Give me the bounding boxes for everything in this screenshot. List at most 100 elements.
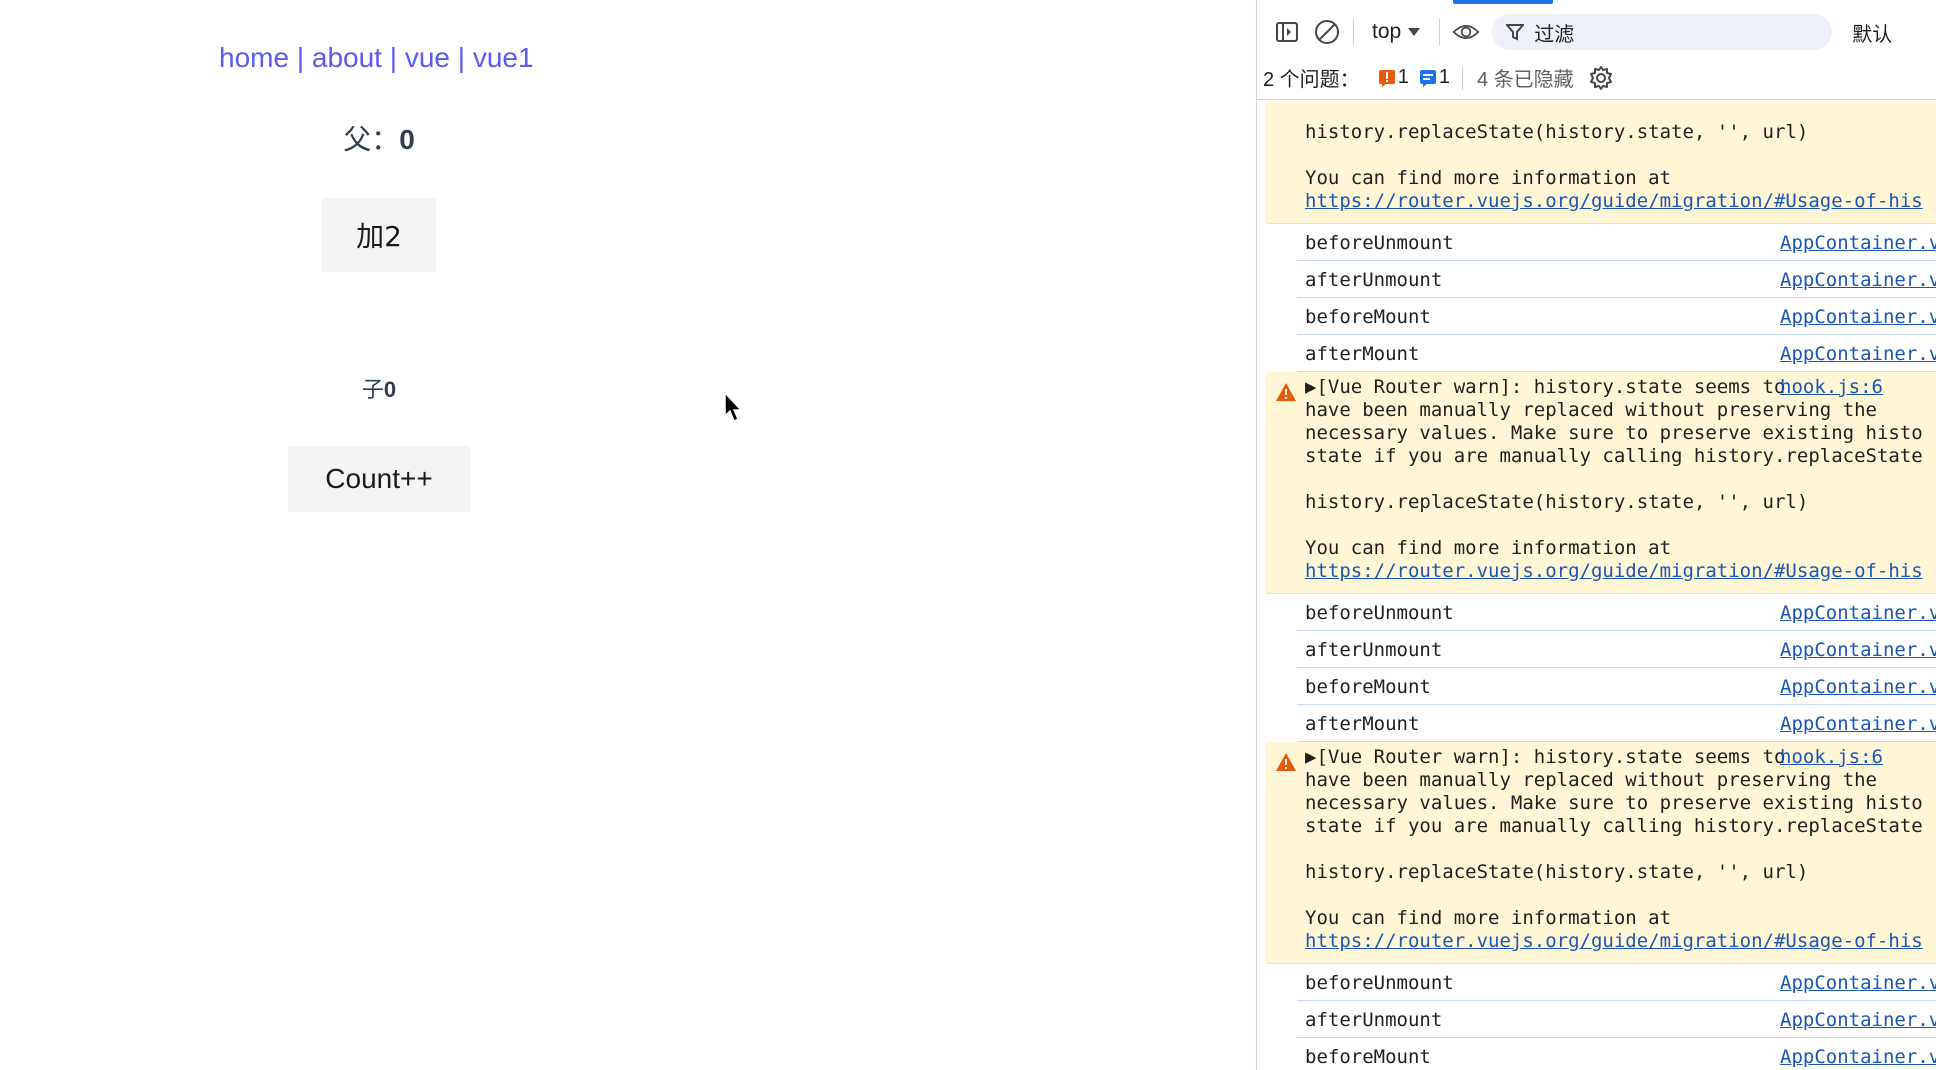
log-source-link[interactable]: AppContainer.vue: xyxy=(1780,269,1936,291)
warning-more-info: You can find more information at xyxy=(1305,907,1672,929)
issues-label: 2 个问题： xyxy=(1263,69,1360,91)
warning-message: history.replaceState(history.state, '', … xyxy=(1265,101,1936,224)
devtools-panel: top 过滤 默认 2 个问题： 1 1 4 条已隐藏 history.repl… xyxy=(1256,0,1936,1070)
log-message: beforeMount xyxy=(1305,306,1431,328)
count-increment-button[interactable]: Count++ xyxy=(288,446,470,512)
warning-source-link[interactable]: hook.js:6 xyxy=(1780,746,1883,768)
toolbar-divider xyxy=(1439,18,1441,46)
log-source-link[interactable]: AppContainer.vue: xyxy=(1780,1046,1936,1068)
log-source-link[interactable]: AppContainer.vue: xyxy=(1780,1009,1936,1031)
log-message: beforeMount xyxy=(1305,1046,1431,1068)
default-levels-dropdown[interactable]: 默认 xyxy=(1852,18,1892,47)
log-message: beforeMount xyxy=(1305,676,1431,698)
nav-separator: | xyxy=(389,42,398,73)
log-message: afterMount xyxy=(1305,713,1420,735)
warning-triangle-icon xyxy=(1276,383,1296,401)
nav-link-vue1[interactable]: vue1 xyxy=(473,42,534,73)
issue-error-counter[interactable]: 1 xyxy=(1378,66,1409,89)
log-source-link[interactable]: AppContainer.vue: xyxy=(1780,343,1936,365)
context-selector[interactable]: top xyxy=(1366,20,1427,44)
log-message: beforeUnmount xyxy=(1305,602,1454,624)
log-row: beforeUnmount AppContainer.vue: xyxy=(1297,594,1936,631)
log-row: beforeMount AppContainer.vue: xyxy=(1297,298,1936,335)
log-source-link[interactable]: AppContainer.vue: xyxy=(1780,306,1936,328)
warning-line: necessary values. Make sure to preserve … xyxy=(1305,422,1923,444)
warning-source-link[interactable]: hook.js:6 xyxy=(1780,376,1883,398)
warning-message[interactable]: hook.js:6 ▶[Vue Router warn]: history.st… xyxy=(1265,372,1936,594)
log-row: beforeUnmount AppContainer.vue: xyxy=(1297,224,1936,261)
live-expression-eye-icon[interactable] xyxy=(1452,18,1480,46)
context-label: top xyxy=(1372,20,1402,43)
warning-message[interactable]: hook.js:6 ▶[Vue Router warn]: history.st… xyxy=(1265,742,1936,964)
log-source-link[interactable]: AppContainer.vue: xyxy=(1780,639,1936,661)
child-count: 子0 xyxy=(0,372,758,404)
warning-more-info: You can find more information at xyxy=(1305,167,1672,189)
active-tab-indicator xyxy=(1453,0,1553,4)
log-row: beforeUnmount AppContainer.vue: xyxy=(1297,964,1936,1001)
log-row: afterUnmount AppContainer.vue: xyxy=(1297,1001,1936,1038)
warning-line: have been manually replaced without pres… xyxy=(1305,769,1877,791)
log-source-link[interactable]: AppContainer.vue: xyxy=(1780,713,1936,735)
warning-code: history.replaceState(history.state, '', … xyxy=(1305,861,1809,883)
error-issue-icon xyxy=(1378,69,1395,87)
log-message: beforeUnmount xyxy=(1305,232,1454,254)
log-message: afterMount xyxy=(1305,343,1420,365)
filter-placeholder: 过滤 xyxy=(1534,23,1575,46)
log-source-link[interactable]: AppContainer.vue: xyxy=(1780,232,1936,254)
log-row: afterMount AppContainer.vue: xyxy=(1297,705,1936,742)
log-message: beforeUnmount xyxy=(1305,972,1454,994)
child-count-label: 子 xyxy=(361,377,384,402)
log-message: afterUnmount xyxy=(1305,1009,1443,1031)
issue-info-count: 1 xyxy=(1438,66,1450,88)
filter-funnel-icon xyxy=(1506,24,1525,41)
nav-link-about[interactable]: about xyxy=(312,42,382,73)
info-issue-icon xyxy=(1419,69,1436,87)
warning-link[interactable]: https://router.vuejs.org/guide/migration… xyxy=(1305,190,1936,213)
mouse-cursor-icon xyxy=(724,392,743,423)
warning-code: history.replaceState(history.state, '', … xyxy=(1305,121,1809,143)
parent-count-value: 0 xyxy=(399,124,415,155)
issues-divider xyxy=(1461,65,1463,90)
log-source-link[interactable]: AppContainer.vue: xyxy=(1780,602,1936,624)
warning-line: state if you are manually calling histor… xyxy=(1305,815,1923,837)
add-two-button[interactable]: 加2 xyxy=(322,198,436,272)
sidebar-toggle-icon[interactable] xyxy=(1273,18,1301,46)
nav-separator: | xyxy=(457,42,466,73)
console-filter-input[interactable]: 过滤 xyxy=(1492,14,1833,50)
log-source-link[interactable]: AppContainer.vue: xyxy=(1780,676,1936,698)
log-row: beforeMount AppContainer.vue: xyxy=(1297,1038,1936,1070)
log-row: afterUnmount AppContainer.vue: xyxy=(1297,631,1936,668)
warning-code: history.replaceState(history.state, '', … xyxy=(1305,491,1809,513)
caret-down-icon xyxy=(1408,28,1421,36)
hidden-messages-label: 4 条已隐藏 xyxy=(1476,69,1574,91)
warning-link[interactable]: https://router.vuejs.org/guide/migration… xyxy=(1305,930,1936,953)
issue-info-counter[interactable]: 1 xyxy=(1419,66,1450,89)
log-row: afterUnmount AppContainer.vue: xyxy=(1297,261,1936,298)
parent-count: 父：0 xyxy=(0,118,758,158)
warning-line: state if you are manually calling histor… xyxy=(1305,445,1923,467)
log-message: afterUnmount xyxy=(1305,269,1443,291)
log-row: afterMount AppContainer.vue: xyxy=(1297,335,1936,372)
parent-count-label: 父： xyxy=(343,124,400,155)
log-row: beforeMount AppContainer.vue: xyxy=(1297,668,1936,705)
console-toolbar: top 过滤 默认 xyxy=(1257,8,1936,56)
console-messages: history.replaceState(history.state, '', … xyxy=(1257,101,1936,1070)
child-count-value: 0 xyxy=(383,377,397,402)
app-page: home | about | vue | vue1 父：0 加2 子0 Coun… xyxy=(0,0,1256,1070)
warning-line: necessary values. Make sure to preserve … xyxy=(1305,792,1923,814)
nav-link-home[interactable]: home xyxy=(219,42,289,73)
warning-line: have been manually replaced without pres… xyxy=(1305,399,1877,421)
nav-separator: | xyxy=(296,42,305,73)
nav-link-vue[interactable]: vue xyxy=(405,42,450,73)
log-source-link[interactable]: AppContainer.vue: xyxy=(1780,972,1936,994)
nav-bar: home | about | vue | vue1 xyxy=(219,42,534,74)
toolbar-divider xyxy=(1353,18,1354,46)
warning-triangle-icon xyxy=(1276,753,1296,771)
warning-link[interactable]: https://router.vuejs.org/guide/migration… xyxy=(1305,560,1936,583)
log-message: afterUnmount xyxy=(1305,639,1443,661)
warning-more-info: You can find more information at xyxy=(1305,537,1672,559)
console-settings-gear-icon[interactable] xyxy=(1588,65,1614,91)
clear-console-icon[interactable] xyxy=(1313,18,1341,46)
issue-error-count: 1 xyxy=(1397,66,1409,88)
issues-bar: 2 个问题： 1 1 4 条已隐藏 xyxy=(1257,56,1936,100)
